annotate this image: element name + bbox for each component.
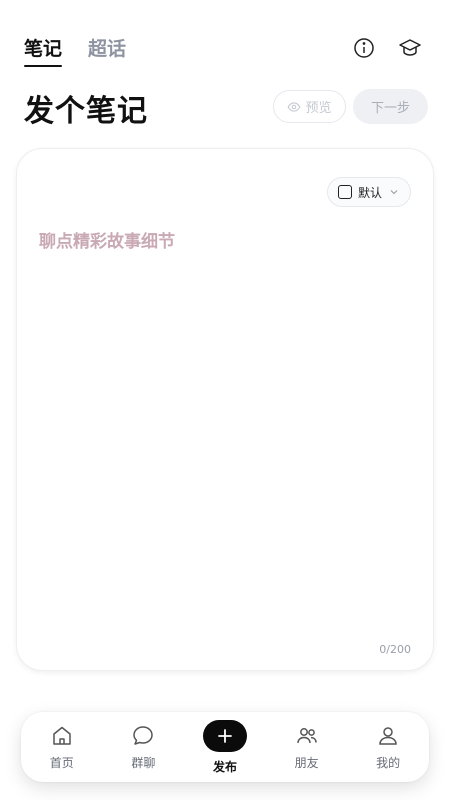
nav-label-publish: 发布 xyxy=(212,759,237,774)
nav-item-home[interactable]: 首页 xyxy=(30,712,94,782)
plus-icon xyxy=(218,728,232,743)
checkbox-icon xyxy=(337,185,352,199)
note-editor-card: 默认 聊点精彩故事细节 0/200 xyxy=(16,148,434,671)
nav-label-profile: 我的 xyxy=(376,755,401,770)
top-tabs: 笔记 超话 xyxy=(24,34,126,67)
tab-super-topic[interactable]: 超话 xyxy=(88,34,126,67)
bottom-nav: 首页 群聊 发布 朋友 我的 xyxy=(21,712,429,782)
visibility-label: 默认 xyxy=(357,185,382,200)
chevron-down-icon xyxy=(390,190,398,195)
note-content-input[interactable]: 聊点精彩故事细节 xyxy=(39,227,411,627)
nav-item-publish[interactable]: 发布 xyxy=(193,712,257,782)
nav-label-group-chat: 群聊 xyxy=(131,755,156,770)
nav-label-home: 首页 xyxy=(49,755,74,770)
profile-icon xyxy=(379,726,397,745)
next-step-label: 下一步 xyxy=(370,101,410,116)
page-title: 发个笔记 xyxy=(24,94,148,129)
info-icon[interactable] xyxy=(352,36,376,60)
eye-icon xyxy=(288,101,301,112)
nav-label-friends: 朋友 xyxy=(294,755,319,770)
nav-item-group-chat[interactable]: 群聊 xyxy=(111,712,175,782)
preview-label: 预览 xyxy=(305,101,332,116)
char-counter: 0/200 xyxy=(379,643,411,656)
graduation-cap-icon[interactable] xyxy=(398,36,422,60)
preview-button[interactable]: 预览 xyxy=(273,90,346,123)
friends-icon xyxy=(296,727,317,743)
tab-notes[interactable]: 笔记 xyxy=(24,34,63,67)
next-step-button[interactable]: 下一步 xyxy=(353,89,428,124)
top-icon-bar xyxy=(352,36,422,60)
publish-button[interactable] xyxy=(202,719,247,752)
nav-item-profile[interactable]: 我的 xyxy=(356,712,420,782)
visibility-selector[interactable]: 默认 xyxy=(327,177,411,207)
nav-item-friends[interactable]: 朋友 xyxy=(275,712,339,782)
chat-bubble-icon xyxy=(133,725,154,745)
home-icon xyxy=(53,726,71,745)
